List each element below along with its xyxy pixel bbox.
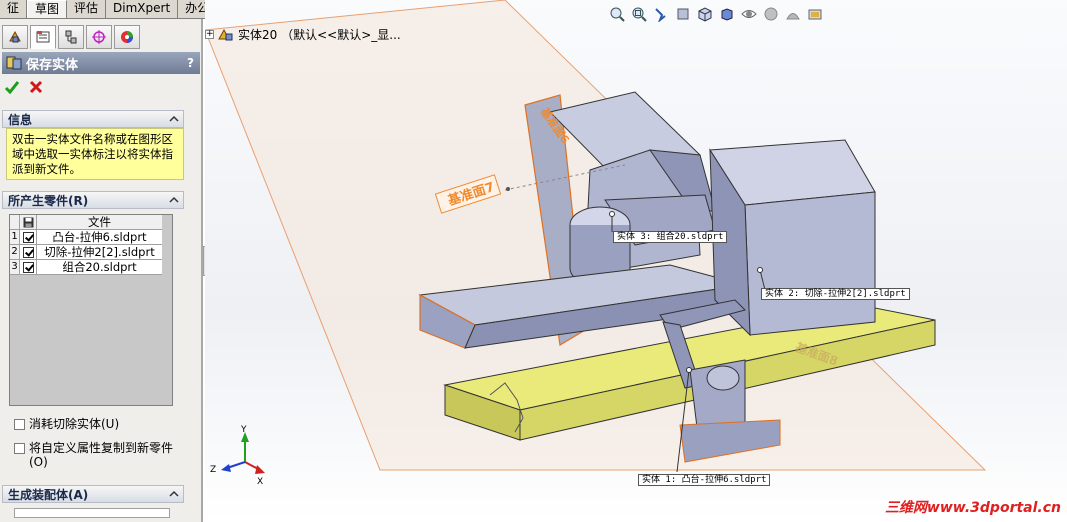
property-manager-title: 保存实体 — [26, 57, 79, 73]
assembly-group-title: 生成装配体(A) — [8, 487, 89, 502]
row-checkbox[interactable] — [22, 231, 34, 243]
row-checkbox[interactable] — [22, 246, 34, 258]
zoom-to-area-icon[interactable] — [631, 6, 647, 22]
body-callout-1[interactable]: 实体 1: 凸台-拉伸6.sldprt — [638, 474, 771, 486]
coordinate-triad: Y X Z — [210, 425, 265, 487]
file-name-cell[interactable]: 组合20.sldprt — [37, 260, 162, 275]
consume-cut-bodies-checkbox[interactable] — [14, 419, 25, 430]
row-checkbox[interactable] — [22, 261, 34, 273]
svg-text:Y: Y — [240, 425, 247, 435]
pillar-clamp — [706, 365, 740, 391]
copy-custom-properties-label: 将自定义属性复制到新零件(O) — [29, 441, 174, 469]
assembly-file-field[interactable] — [14, 508, 170, 518]
feature-manager-icon[interactable] — [2, 25, 28, 49]
model-scene[interactable]: 基准面7 基准面6 基准面8 Y X Z — [205, 0, 1067, 522]
help-button[interactable]: ? — [187, 56, 194, 70]
heads-up-view-toolbar — [609, 4, 823, 24]
parts-group-header[interactable]: 所产生零件(R) — [2, 191, 184, 209]
tab-dimxpert[interactable]: DimXpert — [106, 0, 179, 18]
manager-tab-bar — [0, 25, 140, 51]
right-block-front — [744, 191, 876, 336]
tab-evaluate[interactable]: 评估 — [67, 0, 107, 18]
body-callout-2[interactable]: 实体 2: 切除-拉伸2[2].sldprt — [761, 288, 910, 300]
view-settings-icon[interactable] — [807, 6, 823, 22]
display-style-icon[interactable] — [719, 6, 735, 22]
configuration-manager-icon[interactable] — [58, 25, 84, 49]
table-row[interactable]: 2 切除-拉伸2[2].sldprt — [10, 245, 172, 260]
property-manager-icon[interactable] — [30, 25, 56, 49]
svg-text:X: X — [257, 477, 263, 487]
file-name-cell[interactable]: 切除-拉伸2[2].sldprt — [37, 245, 162, 260]
red-x-icon[interactable] — [28, 79, 44, 95]
section-view-icon[interactable] — [675, 6, 691, 22]
edit-appearance-icon[interactable] — [763, 6, 779, 22]
file-name-cell[interactable]: 凸台-拉伸6.sldprt — [37, 230, 162, 245]
info-message: 双击一实体文件名称或在图形区域中选取一实体标注以将实体指派到新文件。 — [6, 128, 184, 180]
apply-scene-icon[interactable] — [785, 6, 801, 22]
zoom-to-fit-icon[interactable] — [609, 6, 625, 22]
tab-sketch[interactable]: 草图 — [27, 0, 68, 18]
hide-show-items-icon[interactable] — [741, 6, 757, 22]
view-orientation-icon[interactable] — [697, 6, 713, 22]
floppy-disk-icon — [23, 217, 33, 227]
display-manager-icon[interactable] — [114, 25, 140, 49]
feature-tree-root[interactable]: + 实体20 （默认<<默认>_显... — [205, 26, 401, 43]
dimxpert-manager-icon[interactable] — [86, 25, 112, 49]
info-group-title: 信息 — [8, 112, 33, 127]
tab-features[interactable]: 征 — [0, 0, 28, 18]
part-icon — [218, 28, 233, 40]
table-row[interactable]: 3 组合20.sldprt — [10, 260, 172, 275]
ok-cancel-row — [4, 79, 44, 97]
consume-cut-bodies-label: 消耗切除实体(U) — [29, 417, 120, 431]
resulting-parts-table: 文件 1 凸台-拉伸6.sldprt 2 切除-拉伸2[2].sldprt 3 … — [9, 214, 173, 406]
expand-toggle[interactable]: + — [205, 30, 214, 39]
copy-custom-properties-checkbox[interactable] — [14, 443, 25, 454]
save-bodies-icon — [6, 56, 22, 70]
body-callout-3[interactable]: 实体 3: 组合20.sldprt — [613, 231, 728, 243]
collapse-chevron-icon[interactable] — [169, 489, 179, 499]
svg-text:Z: Z — [210, 465, 216, 475]
assembly-group-header[interactable]: 生成装配体(A) — [2, 485, 184, 503]
feature-tree-root-label: 实体20 （默认<<默认>_显... — [238, 28, 401, 42]
consume-cut-bodies-option[interactable]: 消耗切除实体(U) — [14, 417, 119, 431]
collapse-chevron-icon[interactable] — [169, 114, 179, 124]
info-group-header[interactable]: 信息 — [2, 110, 184, 128]
table-row[interactable]: 1 凸台-拉伸6.sldprt — [10, 230, 172, 245]
property-manager-title-bar: 保存实体 ? — [2, 52, 200, 74]
collapse-chevron-icon[interactable] — [169, 195, 179, 205]
file-column-header: 文件 — [37, 215, 162, 230]
table-header-row: 文件 — [10, 215, 172, 230]
copy-custom-properties-option[interactable]: 将自定义属性复制到新零件(O) — [14, 441, 174, 469]
parts-group-title: 所产生零件(R) — [8, 193, 89, 208]
green-check-icon[interactable] — [4, 79, 20, 95]
watermark: 三维网www.3dportal.cn — [884, 500, 1061, 516]
save-column-header — [20, 215, 37, 230]
previous-view-icon[interactable] — [653, 6, 669, 22]
graphics-area[interactable]: 基准面7 基准面6 基准面8 Y X Z + 实体20 （默认<<默认>_显..… — [205, 0, 1067, 522]
property-manager-panel: 保存实体 ? 信息 双击一实体文件名称或在图形区域中选取一实体标注以将实体指派到… — [0, 19, 203, 522]
